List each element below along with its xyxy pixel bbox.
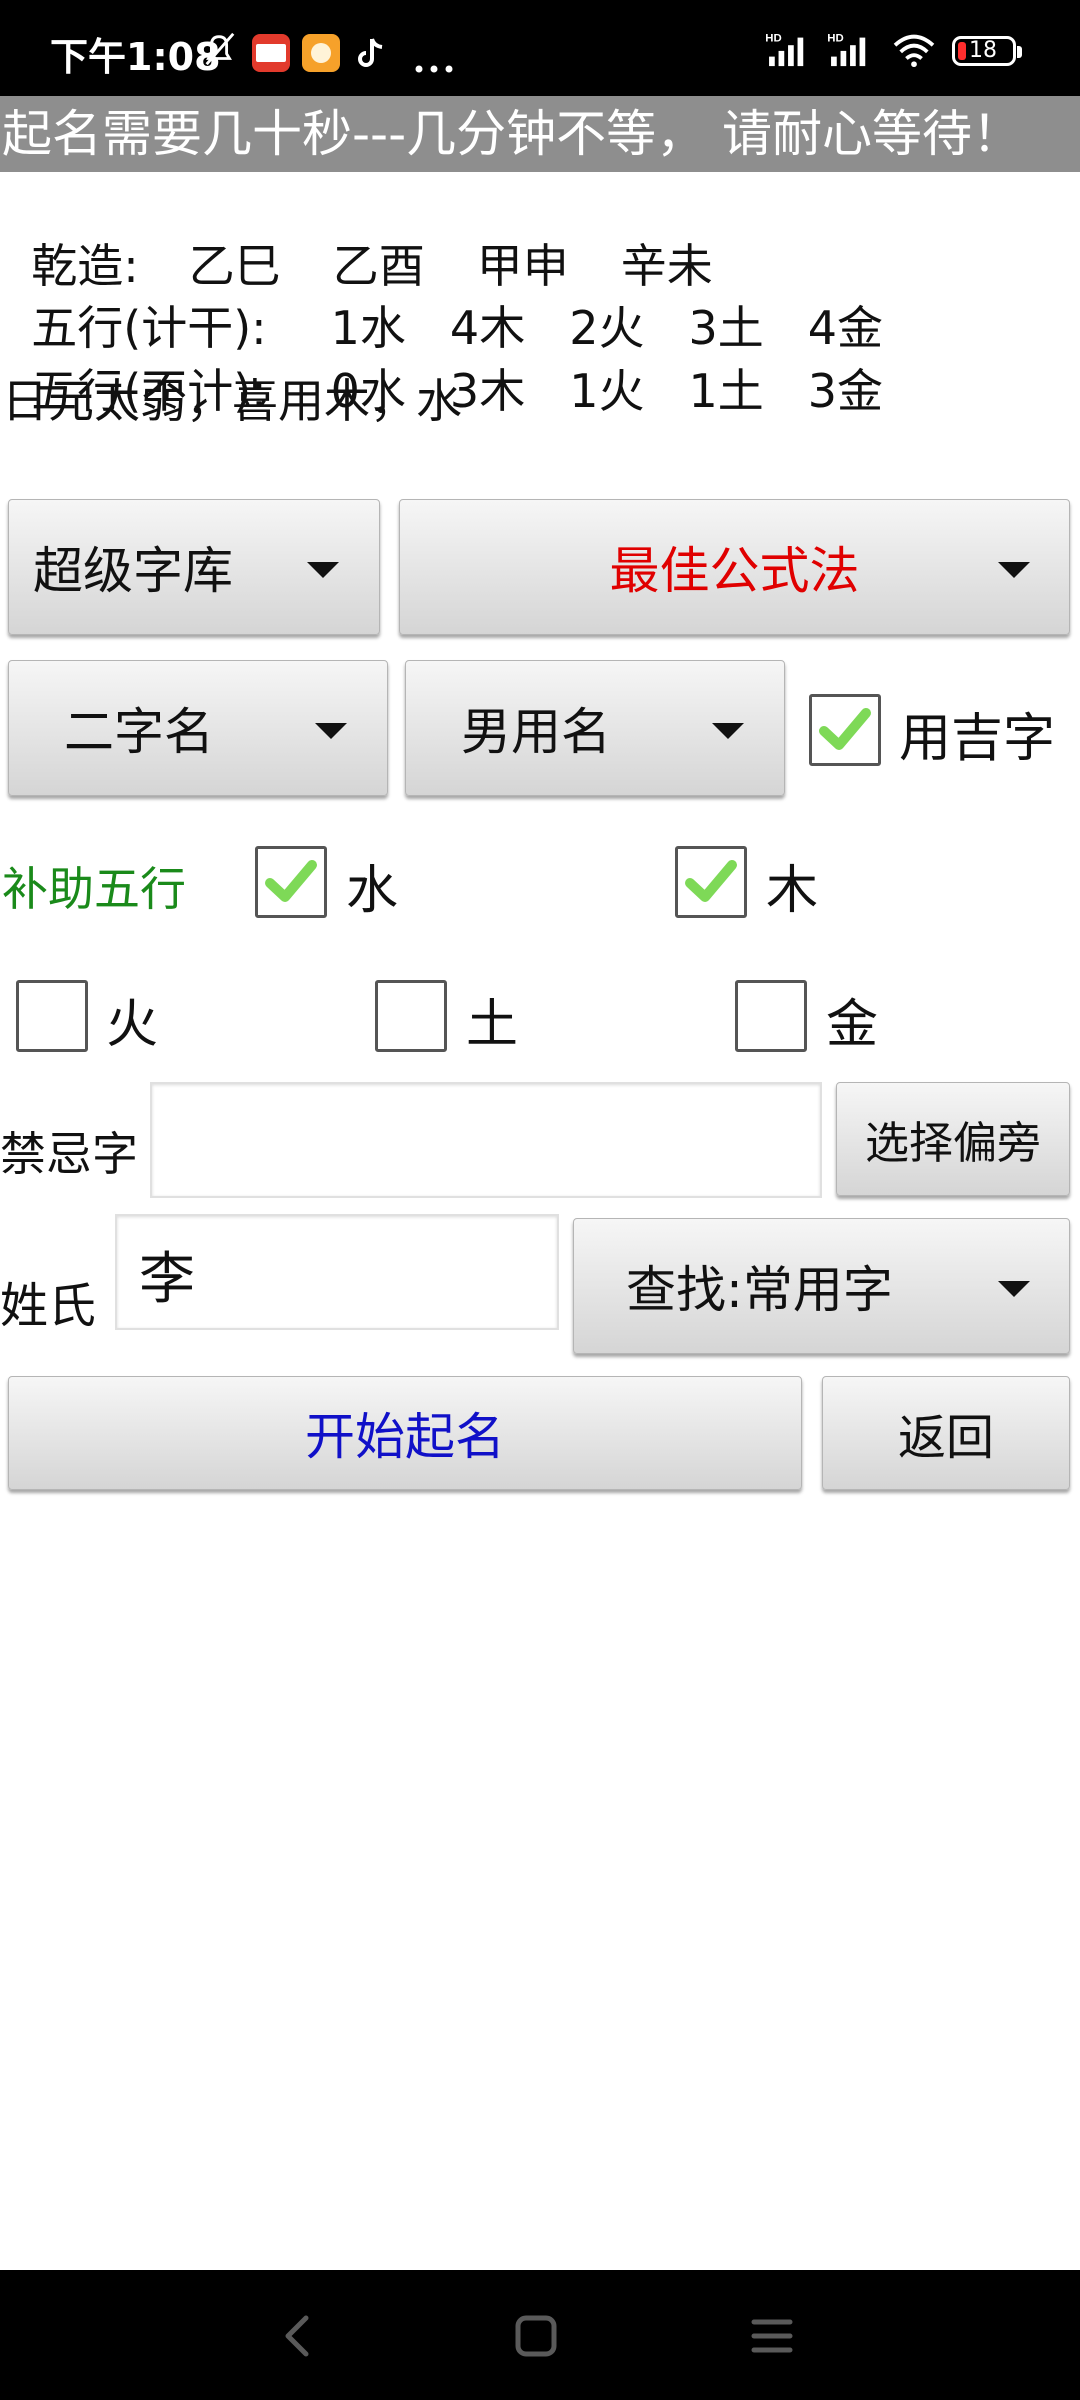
wuxing-count: 1火 <box>569 364 645 418</box>
name-length-spinner[interactable]: 二字名 <box>8 660 388 796</box>
use-lucky-chars-label: 用吉字 <box>899 709 1056 769</box>
tiktok-icon <box>358 38 383 67</box>
svg-text:HD: HD <box>765 32 781 44</box>
navigation-bar <box>0 2270 1080 2400</box>
wuxing-fire-checkbox[interactable] <box>16 980 88 1052</box>
home-nav-icon[interactable] <box>514 2314 558 2358</box>
hd-signal-icon-2: HD <box>827 32 866 67</box>
preference-summary: 日元太弱，喜用木，水 <box>2 374 462 428</box>
svg-text:HD: HD <box>827 32 843 44</box>
bell-off-icon <box>205 32 235 66</box>
chevron-down-icon <box>998 562 1030 578</box>
check-icon <box>685 860 737 902</box>
library-value: 超级字库 <box>33 542 233 600</box>
wuxing-earth-label: 土 <box>466 995 519 1055</box>
gender-value: 男用名 <box>461 703 611 761</box>
method-spinner[interactable]: 最佳公式法 <box>399 499 1070 635</box>
choose-radical-button[interactable]: 选择偏旁 <box>836 1082 1070 1196</box>
library-spinner[interactable]: 超级字库 <box>8 499 380 635</box>
battery-icon: 18 <box>952 36 1022 66</box>
check-icon <box>265 860 317 902</box>
status-time: 下午1:08 <box>50 35 221 79</box>
chevron-down-icon <box>712 723 744 739</box>
surname-input[interactable]: 李 <box>115 1214 559 1330</box>
forbidden-chars-input[interactable] <box>150 1082 822 1198</box>
surname-label: 姓氏 <box>0 1278 97 1334</box>
gender-spinner[interactable]: 男用名 <box>405 660 785 796</box>
more-dots-icon <box>415 65 453 73</box>
toutiao-app-icon <box>252 34 290 72</box>
wuxing-count: 1土 <box>688 364 764 418</box>
back-label: 返回 <box>897 1410 994 1466</box>
chevron-down-icon <box>998 1281 1030 1297</box>
wuxing-metal-checkbox[interactable] <box>735 980 807 1052</box>
back-button[interactable]: 返回 <box>822 1376 1070 1490</box>
hd-signal-icon: HD <box>765 32 804 67</box>
lookup-spinner[interactable]: 查找:常用字 <box>573 1218 1070 1354</box>
wait-notice-banner: 起名需要几十秒---几分钟不等， 请耐心等待！ <box>0 96 1080 172</box>
game-app-icon <box>302 34 340 72</box>
menu-nav-icon[interactable] <box>750 2316 794 2356</box>
wuxing-water-checkbox[interactable] <box>255 846 327 918</box>
forbidden-chars-label: 禁忌字 <box>0 1127 138 1181</box>
start-naming-button[interactable]: 开始起名 <box>8 1376 802 1490</box>
use-lucky-chars-checkbox[interactable] <box>809 694 881 766</box>
name-length-value: 二字名 <box>64 703 214 761</box>
chevron-down-icon <box>315 723 347 739</box>
support-wuxing-label: 补助五行 <box>2 862 186 916</box>
start-naming-label: 开始起名 <box>305 1408 505 1466</box>
wuxing-wood-label: 木 <box>766 861 819 921</box>
wifi-icon <box>893 34 935 68</box>
back-nav-icon[interactable] <box>282 2314 312 2358</box>
wuxing-metal-label: 金 <box>826 995 879 1055</box>
wuxing-fire-label: 火 <box>106 995 159 1055</box>
battery-level: 18 <box>969 38 997 63</box>
chevron-down-icon <box>307 562 339 578</box>
wuxing-count: 3金 <box>807 364 884 418</box>
wuxing-earth-checkbox[interactable] <box>375 980 447 1052</box>
wuxing-wood-checkbox[interactable] <box>675 846 747 918</box>
wuxing-water-label: 水 <box>346 861 399 921</box>
choose-radical-label: 选择偏旁 <box>865 1118 1041 1169</box>
check-icon <box>819 708 871 750</box>
method-value: 最佳公式法 <box>609 542 860 600</box>
lookup-value: 查找:常用字 <box>626 1261 893 1319</box>
status-bar: 下午1:08 HD HD 18 <box>0 0 1080 96</box>
